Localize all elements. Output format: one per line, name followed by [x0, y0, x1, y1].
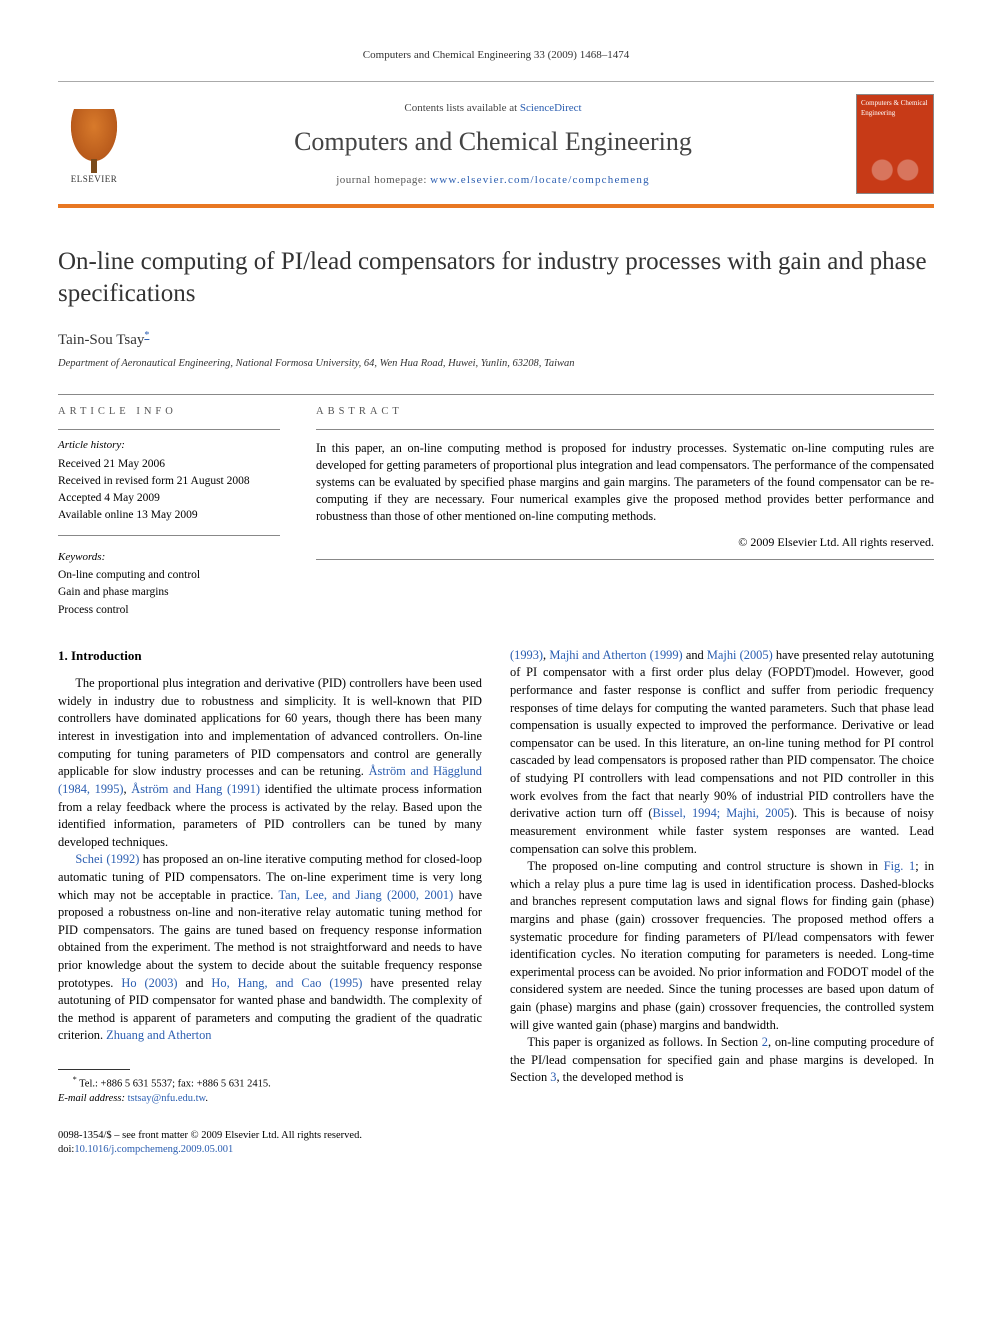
text: ; in which a relay plus a pure time lag …	[510, 859, 934, 1031]
homepage-prefix: journal homepage:	[336, 174, 430, 186]
citation-link[interactable]: Tan, Lee, and Jiang (2000, 2001)	[278, 888, 453, 902]
citation-link[interactable]: Majhi and Atherton (1999)	[549, 648, 682, 662]
history-accepted: Accepted 4 May 2009	[58, 490, 280, 507]
doi-line: doi:10.1016/j.compchemeng.2009.05.001	[58, 1143, 482, 1157]
keyword: Gain and phase margins	[58, 584, 280, 601]
contents-available: Contents lists available at ScienceDirec…	[146, 101, 840, 116]
footnote-mark: *	[73, 1075, 77, 1084]
divider	[58, 429, 280, 430]
contents-prefix: Contents lists available at	[404, 102, 519, 114]
text: .	[205, 1093, 208, 1104]
text: and	[178, 976, 212, 990]
author-email-link[interactable]: tstsay@nfu.edu.tw	[128, 1093, 206, 1104]
masthead-center: Contents lists available at ScienceDirec…	[146, 101, 840, 188]
journal-homepage-link[interactable]: www.elsevier.com/locate/compchemeng	[430, 174, 650, 186]
elsevier-tree-icon	[67, 109, 121, 167]
paragraph: (1993), Majhi and Atherton (1999) and Ma…	[510, 647, 934, 858]
article-info-block: article info Article history: Received 2…	[58, 395, 280, 619]
divider	[316, 559, 934, 560]
citation-link[interactable]: Åström and Hang (1991)	[131, 782, 260, 796]
citation-link[interactable]: Ho (2003)	[121, 976, 177, 990]
copyright-line: © 2009 Elsevier Ltd. All rights reserved…	[316, 534, 934, 551]
affiliation: Department of Aeronautical Engineering, …	[58, 357, 934, 372]
journal-cover-thumb: Computers & Chemical Engineering	[856, 94, 934, 194]
article-info-heading: article info	[58, 395, 280, 430]
author-line: Tain-Sou Tsay*	[58, 329, 934, 351]
journal-masthead: ELSEVIER Contents lists available at Sci…	[58, 81, 934, 208]
divider	[58, 535, 280, 536]
paragraph: The proposed on-line computing and contr…	[510, 858, 934, 1034]
journal-homepage: journal homepage: www.elsevier.com/locat…	[146, 173, 840, 188]
section-1-heading: 1. Introduction	[58, 647, 482, 665]
citation-link[interactable]: (1993)	[510, 648, 543, 662]
text: The proportional plus integration and de…	[58, 676, 482, 778]
keyword: Process control	[58, 602, 280, 619]
doi-link[interactable]: 10.1016/j.compchemeng.2009.05.001	[74, 1144, 233, 1155]
author-corresponding-mark[interactable]: *	[144, 330, 149, 341]
text: This paper is organized as follows. In S…	[527, 1035, 761, 1049]
front-matter-line: 0098-1354/$ – see front matter © 2009 El…	[58, 1129, 482, 1143]
abstract-heading: abstract	[316, 395, 934, 430]
text: The proposed on-line computing and contr…	[527, 859, 883, 873]
article-meta-row: article info Article history: Received 2…	[58, 394, 934, 619]
corresponding-footnote: * Tel.: +886 5 631 5537; fax: +886 5 631…	[58, 1074, 482, 1107]
keywords-label: Keywords:	[58, 550, 280, 565]
abstract-block: abstract In this paper, an on-line compu…	[316, 395, 934, 619]
citation-link[interactable]: Bissel, 1994; Majhi, 2005	[653, 806, 790, 820]
footnote-email-label: E-mail address:	[58, 1093, 125, 1104]
text: and	[683, 648, 707, 662]
paragraph: Schei (1992) has proposed an on-line ite…	[58, 851, 482, 1045]
text: have presented relay autotuning of PI co…	[510, 648, 934, 820]
paragraph: The proportional plus integration and de…	[58, 675, 482, 851]
body-text: 1. Introduction The proportional plus in…	[58, 647, 934, 1157]
history-revised: Received in revised form 21 August 2008	[58, 473, 280, 490]
paragraph: This paper is organized as follows. In S…	[510, 1034, 934, 1087]
sciencedirect-link[interactable]: ScienceDirect	[520, 102, 582, 114]
footnote-tel: Tel.: +886 5 631 5537; fax: +886 5 631 2…	[79, 1079, 271, 1090]
keyword: On-line computing and control	[58, 567, 280, 584]
figure-link[interactable]: Fig. 1	[884, 859, 916, 873]
divider	[316, 429, 934, 430]
citation-link[interactable]: Zhuang and Atherton	[106, 1028, 211, 1042]
text: , the developed method is	[556, 1070, 683, 1084]
citation-link[interactable]: Schei (1992)	[75, 852, 139, 866]
article-title: On-line computing of PI/lead compensator…	[58, 246, 934, 309]
citation-link[interactable]: Majhi (2005)	[707, 648, 773, 662]
history-received: Received 21 May 2006	[58, 456, 280, 473]
citation-link[interactable]: Ho, Hang, and Cao (1995)	[211, 976, 362, 990]
article-footer: 0098-1354/$ – see front matter © 2009 El…	[58, 1129, 482, 1157]
footnote-separator	[58, 1069, 130, 1070]
publisher-label: ELSEVIER	[71, 173, 118, 186]
text: have proposed a robustness on-line and n…	[58, 888, 482, 990]
running-header: Computers and Chemical Engineering 33 (2…	[58, 48, 934, 63]
abstract-text: In this paper, an on-line computing meth…	[316, 440, 934, 524]
doi-label: doi:	[58, 1144, 74, 1155]
elsevier-logo: ELSEVIER	[58, 103, 130, 185]
history-online: Available online 13 May 2009	[58, 507, 280, 524]
author-name: Tain-Sou Tsay	[58, 332, 144, 348]
history-label: Article history:	[58, 438, 280, 453]
journal-name: Computers and Chemical Engineering	[146, 124, 840, 160]
